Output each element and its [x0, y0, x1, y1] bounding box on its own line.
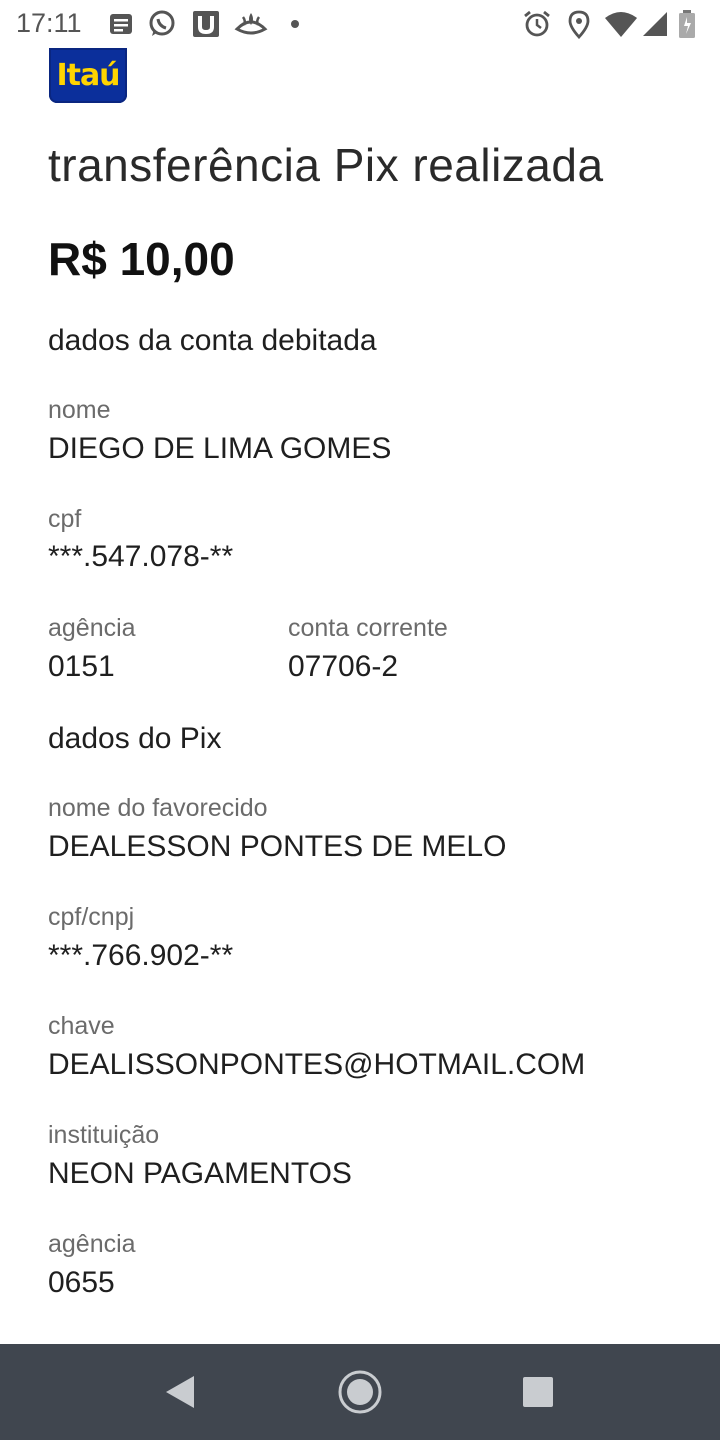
name-value: DIEGO DE LIMA GOMES [48, 432, 392, 465]
home-icon[interactable] [336, 1368, 384, 1416]
pix-agency-label: agência [48, 1230, 136, 1258]
dot-icon [291, 20, 299, 28]
cpf-label: cpf [48, 505, 82, 533]
navigation-bar [0, 1344, 720, 1440]
cpf-value: ***.547.078-** [48, 540, 234, 573]
status-bar: 17:11 [0, 0, 720, 48]
status-time: 17:11 [16, 8, 82, 38]
app-u-icon [193, 11, 219, 37]
notes-icon [110, 14, 132, 34]
account-value: 07706-2 [288, 650, 399, 683]
location-icon [568, 10, 590, 39]
pix-data-section-title: dados do Pix [48, 722, 222, 755]
pix-key-label: chave [48, 1012, 115, 1040]
pix-agency-value: 0655 [48, 1266, 115, 1299]
alarm-icon [524, 10, 550, 37]
wifi-icon [605, 12, 637, 37]
payee-label: nome do favorecido [48, 794, 268, 822]
itau-logo: Itaú [49, 48, 127, 103]
agency-value: 0151 [48, 650, 115, 683]
payee-value: DEALESSON PONTES DE MELO [48, 830, 507, 863]
pix-key-value: DEALISSONPONTES@HOTMAIL.COM [48, 1048, 586, 1081]
recents-icon[interactable] [514, 1368, 562, 1416]
whatsapp-icon [149, 10, 175, 36]
name-label: nome [48, 396, 111, 424]
doc-value: ***.766.902-** [48, 939, 234, 972]
signal-icon [643, 12, 667, 36]
institution-label: instituição [48, 1121, 160, 1149]
battery-icon [679, 10, 695, 38]
institution-value: NEON PAGAMENTOS [48, 1157, 352, 1190]
transfer-amount: R$ 10,00 [48, 233, 235, 285]
debited-account-section-title: dados da conta debitada [48, 324, 377, 357]
logo-text: Itaú [56, 58, 120, 93]
back-icon[interactable] [156, 1368, 204, 1416]
account-label: conta corrente [288, 614, 448, 642]
santander-icon [234, 13, 268, 35]
page-title: transferência Pix realizada [48, 139, 604, 191]
doc-label: cpf/cnpj [48, 903, 135, 931]
agency-label: agência [48, 614, 136, 642]
